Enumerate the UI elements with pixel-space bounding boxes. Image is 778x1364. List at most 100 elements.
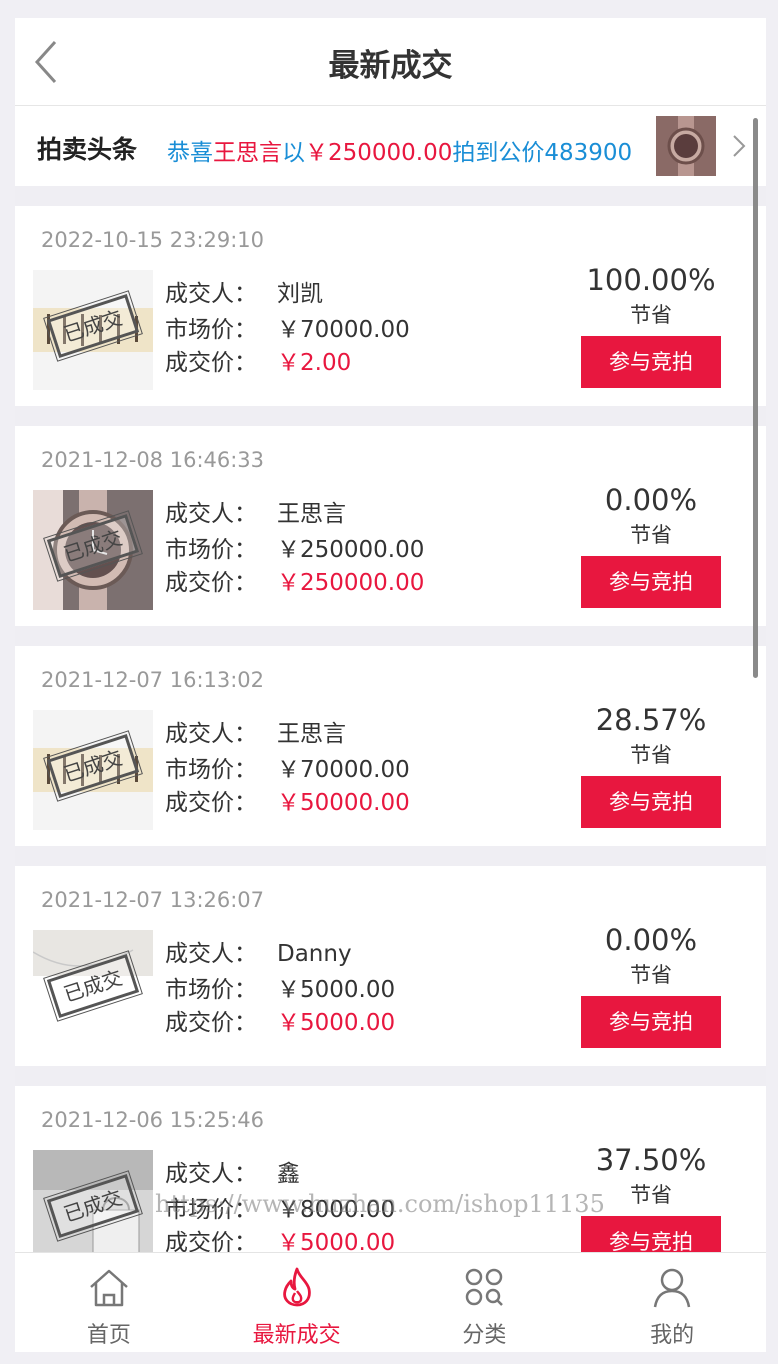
market-price-row: 市场价： ￥70000.00	[165, 752, 410, 788]
tab-category-label: 分类	[462, 1323, 507, 1348]
savings-panel: 28.57% 节省参与竞拍	[581, 700, 721, 828]
headline-mid: 以	[282, 140, 305, 166]
deal-price-row: 成交价： ￥250000.00	[165, 568, 424, 598]
buyer-label: 成交人：	[165, 1161, 257, 1187]
headline-prefix: 恭喜	[167, 140, 213, 166]
buyer-name: 王思言	[277, 501, 346, 527]
deal-price-row: 成交价： ￥2.00	[165, 348, 410, 378]
headline-watch-thumbnail[interactable]	[656, 116, 716, 176]
deal-price-label: 成交价：	[165, 570, 257, 596]
deal-info: 成交人： Danny 市场价： ￥5000.00 成交价： ￥5000.00	[165, 936, 395, 1038]
deal-price-value: ￥5000.00	[277, 1010, 396, 1036]
deal-price-value: ￥250000.00	[277, 570, 425, 596]
tab-category[interactable]: 分类	[391, 1253, 579, 1352]
savings-panel: 0.00% 节省参与竞拍	[581, 480, 721, 608]
tab-latest-deals-label: 最新成交	[252, 1323, 341, 1348]
savings-label: 节省	[630, 523, 672, 547]
market-price-value: ￥70000.00	[277, 757, 410, 783]
watermark-text: https://www.huzhan.com/ishop11135	[155, 1190, 605, 1218]
buyer-name: 王思言	[277, 721, 346, 747]
join-bid-button[interactable]: 参与竞拍	[581, 556, 721, 608]
savings-percent: 0.00%	[604, 923, 698, 957]
deal-info: 成交人： 刘凯 市场价： ￥70000.00 成交价： ￥2.00	[165, 276, 410, 378]
market-price-value: ￥5000.00	[277, 977, 396, 1003]
market-price-label: 市场价：	[165, 537, 257, 563]
home-icon	[90, 1269, 128, 1307]
market-price-value: ￥70000.00	[277, 317, 410, 343]
deal-record-card[interactable]: 2021-12-07 16:13:02 已成交 成交人： 王思言 市场价： ￥70000.…	[15, 646, 766, 846]
deal-price-label: 成交价：	[165, 790, 257, 816]
deal-record-card[interactable]: 2021-12-08 16:46:33 已成交 成交人： 王思言 市场价： ￥250000…	[15, 426, 766, 626]
category-icon	[466, 1268, 504, 1306]
scrollbar[interactable]	[753, 118, 758, 678]
join-bid-button[interactable]: 参与竞拍	[581, 336, 721, 388]
buyer-label: 成交人：	[165, 281, 257, 307]
bottom-tab-bar: 首页 最新成交 分类 我的	[15, 1252, 766, 1352]
market-price-label: 市场价：	[165, 977, 257, 1003]
flame-icon	[282, 1267, 311, 1307]
market-price-row: 市场价： ￥250000.00	[165, 532, 424, 568]
tab-latest-deals[interactable]: 最新成交	[203, 1253, 391, 1352]
market-price-label: 市场价：	[165, 757, 257, 783]
deal-date: 2021-12-07 16:13:02	[41, 668, 265, 692]
headline-winner: 王思言	[213, 140, 282, 166]
buyer-name: 鑫	[277, 1161, 300, 1187]
app-frame: 最新成交 拍卖头条 恭喜王思言以￥250000.00拍到公价483900 202…	[15, 18, 766, 1352]
deal-price-value: ￥2.00	[277, 350, 352, 376]
chevron-right-icon[interactable]	[732, 134, 746, 158]
savings-percent: 28.57%	[595, 703, 707, 737]
deal-record-card[interactable]: 2021-12-07 13:26:07 已成交 成交人： Danny 市场价： ￥5000…	[15, 866, 766, 1066]
buyer-label: 成交人：	[165, 721, 257, 747]
tab-mine[interactable]: 我的	[578, 1253, 766, 1352]
auction-headline-bar[interactable]: 拍卖头条 恭喜王思言以￥250000.00拍到公价483900	[15, 106, 766, 186]
savings-panel: 100.00% 节省参与竞拍	[581, 260, 721, 388]
buyer-name: Danny	[277, 941, 352, 967]
deal-info: 成交人： 王思言 市场价： ￥250000.00 成交价： ￥250000.00	[165, 496, 424, 598]
market-price-label: 市场价：	[165, 317, 257, 343]
deal-date: 2021-12-08 16:46:33	[41, 448, 265, 472]
join-bid-button[interactable]: 参与竞拍	[581, 996, 721, 1048]
headline-price: ￥250000.00	[305, 140, 453, 166]
buyer-row: 成交人： Danny	[165, 936, 395, 972]
savings-label: 节省	[630, 743, 672, 767]
market-price-row: 市场价： ￥5000.00	[165, 972, 395, 1008]
tab-home[interactable]: 首页	[15, 1253, 203, 1352]
product-thumbnail[interactable]: 已成交	[33, 710, 153, 830]
savings-label: 节省	[630, 303, 672, 327]
buyer-row: 成交人： 鑫	[165, 1156, 395, 1192]
product-thumbnail[interactable]: 已成交	[33, 930, 153, 1050]
deal-price-row: 成交价： ￥5000.00	[165, 1008, 395, 1038]
user-icon	[653, 1268, 691, 1308]
deal-price-label: 成交价：	[165, 1010, 257, 1036]
savings-label: 节省	[630, 963, 672, 987]
buyer-name: 刘凯	[277, 281, 323, 307]
buyer-row: 成交人： 刘凯	[165, 276, 410, 312]
deal-price-label: 成交价：	[165, 350, 257, 376]
deal-record-card[interactable]: 2022-10-15 23:29:10 已成交 成交人： 刘凯 市场价： ￥70000.0…	[15, 206, 766, 406]
headline-message[interactable]: 恭喜王思言以￥250000.00拍到公价483900	[167, 133, 632, 167]
buyer-row: 成交人： 王思言	[165, 496, 424, 532]
buyer-label: 成交人：	[165, 501, 257, 527]
market-price-row: 市场价： ￥70000.00	[165, 312, 410, 348]
market-price-value: ￥250000.00	[277, 537, 425, 563]
buyer-label: 成交人：	[165, 941, 257, 967]
page-title: 最新成交	[328, 48, 453, 84]
deal-price-value: ￥50000.00	[277, 790, 410, 816]
savings-percent: 0.00%	[604, 483, 698, 517]
buyer-row: 成交人： 王思言	[165, 716, 410, 752]
savings-percent: 100.00%	[586, 263, 716, 297]
deal-date: 2021-12-07 13:26:07	[41, 888, 265, 912]
savings-percent: 37.50%	[595, 1143, 707, 1177]
tab-mine-label: 我的	[650, 1323, 695, 1348]
deal-date: 2022-10-15 23:29:10	[41, 228, 265, 252]
tab-home-label: 首页	[86, 1323, 131, 1348]
deal-date: 2021-12-06 15:25:46	[41, 1108, 265, 1132]
headline-suffix: 拍到公价483900	[452, 140, 633, 166]
deal-price-row: 成交价： ￥50000.00	[165, 788, 410, 818]
product-thumbnail[interactable]: 已成交	[33, 270, 153, 390]
join-bid-button[interactable]: 参与竞拍	[581, 776, 721, 828]
savings-panel: 0.00% 节省参与竞拍	[581, 920, 721, 1048]
deal-info: 成交人： 王思言 市场价： ￥70000.00 成交价： ￥50000.00	[165, 716, 410, 818]
nav-header: 最新成交	[15, 18, 766, 106]
product-thumbnail[interactable]: 已成交	[33, 490, 153, 610]
